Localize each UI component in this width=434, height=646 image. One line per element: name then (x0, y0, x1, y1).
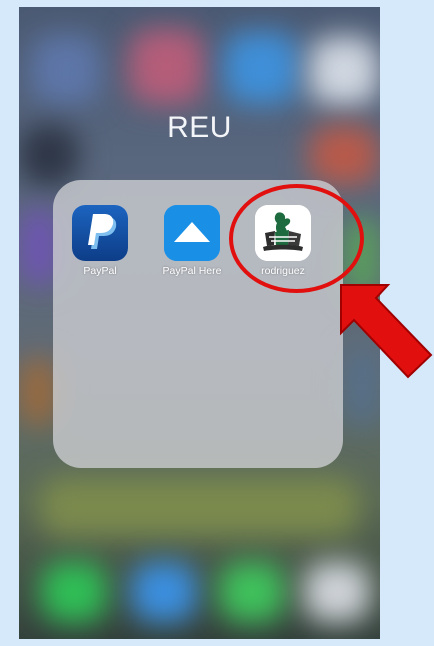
blurred-background-icon (19, 357, 57, 427)
paypal-here-triangle-icon[interactable] (164, 205, 220, 261)
blurred-background-icon (309, 37, 379, 105)
app-paypal[interactable]: PayPal (60, 205, 140, 277)
app-label: PayPal (83, 265, 117, 277)
app-label: PayPal Here (162, 265, 222, 277)
blurred-background-icon (224, 32, 299, 104)
folder-title[interactable]: REU (19, 111, 380, 145)
paypal-logo-icon[interactable] (72, 205, 128, 261)
blurred-dock-icon (131, 562, 197, 622)
blurred-background-icon (31, 35, 101, 105)
blurred-dock-icon (219, 562, 285, 622)
phone-home-screen: REU PayPal PayPal Here rodriguez (19, 7, 380, 639)
blurred-dock-icon (41, 562, 107, 622)
app-paypal-here[interactable]: PayPal Here (152, 205, 232, 277)
blurred-dock-icon (304, 562, 370, 622)
blurred-background-icon (39, 477, 359, 537)
red-pointer-arrow-icon (340, 284, 433, 379)
blurred-background-icon (129, 29, 204, 104)
